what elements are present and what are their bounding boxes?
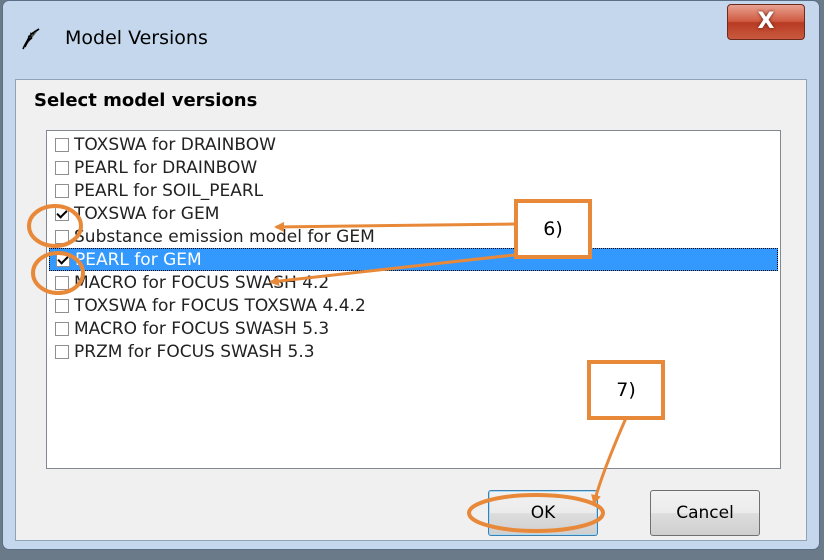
list-item[interactable]: PRZM for FOCUS SWASH 5.3 xyxy=(49,340,778,363)
model-versions-window: Model Versions X Select model versions T… xyxy=(2,0,820,550)
list-item-label: PEARL for GEM xyxy=(75,249,202,270)
checkbox[interactable] xyxy=(55,160,69,175)
list-item[interactable]: TOXSWA for FOCUS TOXSWA 4.4.2 xyxy=(49,294,778,317)
close-icon: X xyxy=(757,9,775,34)
checkbox[interactable] xyxy=(55,344,69,359)
list-item[interactable]: TOXSWA for GEM xyxy=(49,202,778,225)
checkbox[interactable] xyxy=(55,137,69,152)
list-item[interactable]: PEARL for DRAINBOW xyxy=(49,156,778,179)
cancel-button[interactable]: Cancel xyxy=(650,490,760,536)
checkbox[interactable] xyxy=(55,298,69,313)
list-item-label: TOXSWA for FOCUS TOXSWA 4.4.2 xyxy=(74,295,366,316)
list-item[interactable]: TOXSWA for DRAINBOW xyxy=(49,133,778,156)
list-item-label: PRZM for FOCUS SWASH 5.3 xyxy=(74,341,315,362)
checkbox[interactable] xyxy=(56,252,70,267)
step-7-callout: 7) xyxy=(587,360,665,420)
list-item-label: PEARL for DRAINBOW xyxy=(74,157,258,178)
list-item-label: TOXSWA for GEM xyxy=(74,203,220,224)
checkbox[interactable] xyxy=(55,206,69,221)
step-6-callout: 6) xyxy=(514,199,592,259)
list-item-label: TOXSWA for DRAINBOW xyxy=(74,134,276,155)
title-bar: Model Versions X xyxy=(3,1,819,79)
ok-button[interactable]: OK xyxy=(488,490,598,536)
list-item[interactable]: PEARL for SOIL_PEARL xyxy=(49,179,778,202)
close-button[interactable]: X xyxy=(727,4,805,40)
list-item-label: PEARL for SOIL_PEARL xyxy=(74,180,264,201)
checkbox[interactable] xyxy=(55,183,69,198)
model-version-list[interactable]: TOXSWA for DRAINBOW PEARL for DRAINBOW P… xyxy=(46,130,781,469)
list-item[interactable]: MACRO for FOCUS SWASH 4.2 xyxy=(49,271,778,294)
list-item[interactable]: Substance emission model for GEM xyxy=(49,225,778,248)
list-item[interactable]: MACRO for FOCUS SWASH 5.3 xyxy=(49,317,778,340)
dialog-heading: Select model versions xyxy=(34,90,258,111)
list-item-label: MACRO for FOCUS SWASH 5.3 xyxy=(74,318,330,339)
dialog-body: Select model versions TOXSWA for DRAINBO… xyxy=(15,79,807,541)
feather-icon xyxy=(22,28,40,50)
list-item-label: MACRO for FOCUS SWASH 4.2 xyxy=(74,272,330,293)
list-item[interactable]: PEARL for GEM xyxy=(49,248,778,271)
window-title: Model Versions xyxy=(65,27,208,49)
checkbox[interactable] xyxy=(55,321,69,336)
checkbox[interactable] xyxy=(55,275,69,290)
list-item-label: Substance emission model for GEM xyxy=(74,226,375,247)
checkbox[interactable] xyxy=(55,229,69,244)
